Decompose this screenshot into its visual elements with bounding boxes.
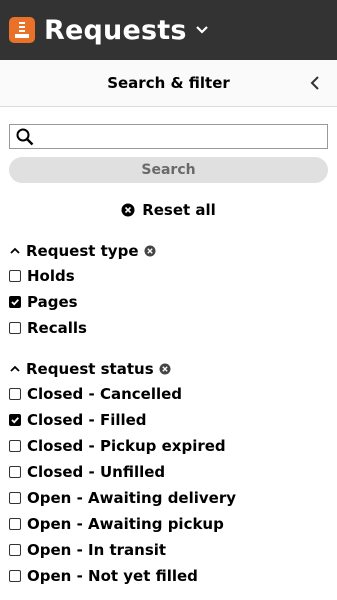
filter-option[interactable]: Open - Not yet filled	[9, 563, 337, 589]
filter-option[interactable]: Closed - Pickup expired	[9, 433, 337, 459]
reset-all-label: Reset all	[142, 201, 216, 219]
search-section: Search	[0, 107, 337, 183]
app-header: Requests	[0, 0, 337, 60]
reset-all-button[interactable]: Reset all	[0, 201, 337, 219]
checkbox[interactable]	[9, 570, 21, 582]
pane-title: Search & filter	[107, 74, 230, 92]
checkbox[interactable]	[9, 544, 21, 556]
request-type-header[interactable]: Request type	[9, 239, 337, 263]
requests-app-icon[interactable]	[9, 17, 35, 43]
caret-up-icon	[9, 365, 21, 373]
filter-option-label: Open - Not yet filled	[27, 567, 198, 585]
filter-option[interactable]: Open - Awaiting delivery	[9, 485, 337, 511]
filter-option-label: Recalls	[27, 319, 87, 337]
checkbox[interactable]	[9, 388, 21, 400]
filter-option-label: Closed - Cancelled	[27, 385, 183, 403]
request-type-filter: Request type Holds Pages Recalls	[0, 239, 337, 341]
clear-filter-icon[interactable]	[159, 363, 171, 375]
filter-option[interactable]: Closed - Cancelled	[9, 381, 337, 407]
filter-option[interactable]: Holds	[9, 263, 337, 289]
filter-option-label: Closed - Pickup expired	[27, 437, 226, 455]
search-input[interactable]	[38, 125, 327, 148]
times-circle-icon	[121, 203, 135, 217]
filter-option[interactable]: Pages	[9, 289, 337, 315]
request-type-label: Request type	[26, 242, 139, 260]
checkbox[interactable]	[9, 492, 21, 504]
clear-filter-icon[interactable]	[144, 245, 156, 257]
search-field	[9, 124, 328, 149]
checkbox-checked[interactable]	[9, 414, 21, 426]
request-status-label: Request status	[26, 360, 154, 378]
filter-option[interactable]: Recalls	[9, 315, 337, 341]
filter-option[interactable]: Open - Awaiting pickup	[9, 511, 337, 537]
filter-option-label: Closed - Unfilled	[27, 463, 166, 481]
filter-option-label: Closed - Filled	[27, 411, 147, 429]
filter-option[interactable]: Closed - Filled	[9, 407, 337, 433]
filter-option-label: Open - In transit	[27, 541, 167, 559]
request-status-filter: Request status Closed - Cancelled Closed …	[0, 357, 337, 589]
search-button[interactable]: Search	[9, 157, 328, 183]
filter-option-label: Pages	[27, 293, 78, 311]
filter-option-label: Open - Awaiting pickup	[27, 515, 224, 533]
checkbox[interactable]	[9, 322, 21, 334]
filter-option[interactable]: Open - In transit	[9, 537, 337, 563]
filter-option-label: Open - Awaiting delivery	[27, 489, 237, 507]
checkbox[interactable]	[9, 270, 21, 282]
chevron-left-icon[interactable]	[305, 73, 325, 93]
search-icon	[16, 128, 34, 146]
request-status-header[interactable]: Request status	[9, 357, 337, 381]
checkbox[interactable]	[9, 518, 21, 530]
filter-pane-header: Search & filter	[0, 60, 337, 107]
app-title[interactable]: Requests	[44, 15, 187, 46]
checkbox-checked[interactable]	[9, 296, 21, 308]
checkbox[interactable]	[9, 440, 21, 452]
chevron-down-icon[interactable]	[195, 25, 209, 35]
caret-up-icon	[9, 247, 21, 255]
filter-option-label: Holds	[27, 267, 75, 285]
checkbox[interactable]	[9, 466, 21, 478]
filter-option[interactable]: Closed - Unfilled	[9, 459, 337, 485]
